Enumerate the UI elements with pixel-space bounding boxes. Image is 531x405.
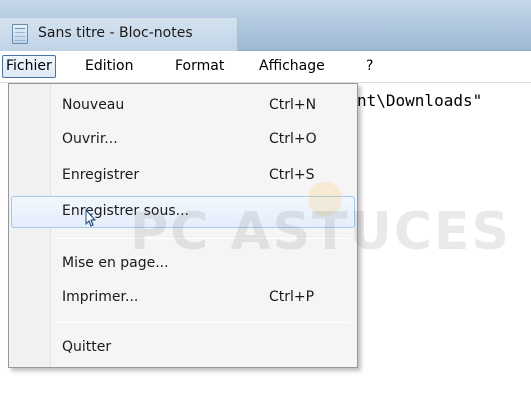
title-bar: Sans titre - Bloc-notes bbox=[0, 0, 531, 51]
menu-item-mise-en-page[interactable]: Mise en page... bbox=[11, 248, 355, 280]
menu-item-imprimer[interactable]: Imprimer... Ctrl+P bbox=[11, 282, 355, 314]
menu-format[interactable]: Format bbox=[172, 55, 227, 78]
menu-item-shortcut: Ctrl+S bbox=[269, 167, 315, 183]
menu-edition[interactable]: Edition bbox=[82, 55, 136, 78]
menu-item-ouvrir[interactable]: Ouvrir... Ctrl+O bbox=[11, 124, 355, 156]
menu-item-label: Quitter bbox=[62, 339, 112, 355]
menu-item-label: Mise en page... bbox=[62, 255, 169, 271]
mouse-pointer-icon bbox=[85, 209, 96, 227]
editor-visible-text: nt\Downloads" bbox=[357, 91, 483, 110]
menu-help[interactable]: ? bbox=[363, 55, 376, 78]
notepad-icon bbox=[12, 24, 28, 44]
menu-item-label: Imprimer... bbox=[62, 289, 139, 305]
menu-item-label: Nouveau bbox=[62, 97, 125, 113]
menu-item-shortcut: Ctrl+N bbox=[269, 97, 317, 113]
menu-item-label: Ouvrir... bbox=[62, 131, 118, 147]
menu-separator bbox=[55, 322, 351, 323]
menu-item-quitter[interactable]: Quitter bbox=[11, 332, 355, 364]
menu-item-shortcut: Ctrl+O bbox=[269, 131, 317, 147]
menu-item-nouveau[interactable]: Nouveau Ctrl+N bbox=[11, 90, 355, 122]
menu-item-label: Enregistrer bbox=[62, 167, 140, 183]
menu-bar: Fichier Edition Format Affichage ? bbox=[0, 51, 531, 83]
window-title: Sans titre - Bloc-notes bbox=[38, 25, 193, 41]
menu-item-shortcut: Ctrl+P bbox=[269, 289, 315, 305]
menu-affichage[interactable]: Affichage bbox=[256, 55, 328, 78]
file-menu-dropdown: Nouveau Ctrl+N Ouvrir... Ctrl+O Enregist… bbox=[8, 83, 358, 368]
menu-item-enregistrer-sous[interactable]: Enregistrer sous... bbox=[11, 196, 355, 228]
menu-item-enregistrer[interactable]: Enregistrer Ctrl+S bbox=[11, 160, 355, 192]
menu-separator bbox=[55, 238, 351, 239]
menu-fichier[interactable]: Fichier bbox=[2, 55, 56, 78]
